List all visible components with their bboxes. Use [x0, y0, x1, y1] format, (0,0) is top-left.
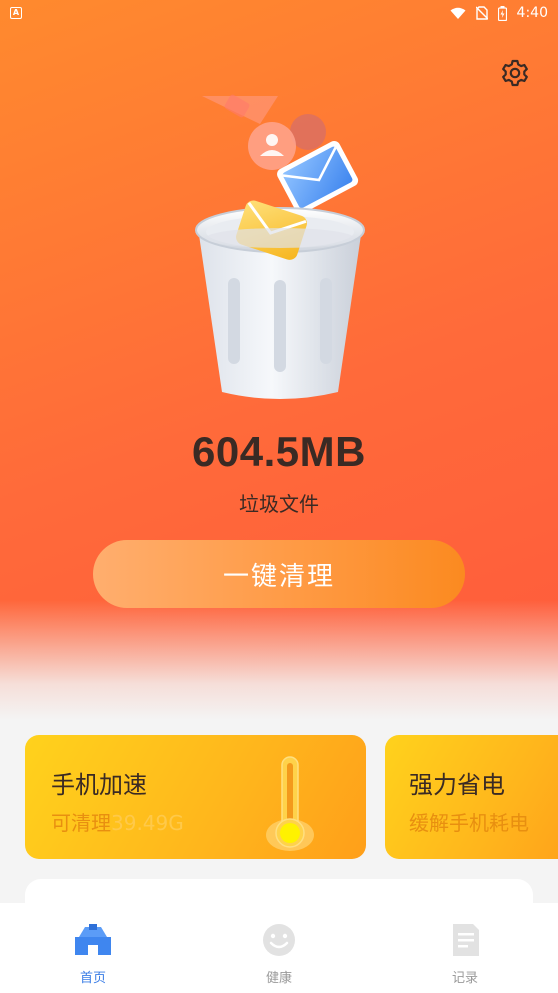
junk-size-label: 垃圾文件 — [239, 492, 319, 516]
one-tap-clean-button[interactable]: 一键清理 — [93, 540, 465, 608]
power-card-subtitle: 缓解手机耗电 — [409, 811, 529, 835]
settings-button[interactable] — [498, 58, 532, 92]
document-icon — [445, 923, 485, 961]
tab-health[interactable]: 健康 — [186, 903, 372, 993]
battery-icon — [497, 5, 507, 21]
status-time: 4:40 — [516, 5, 548, 21]
app-indicator-icon: A — [10, 7, 22, 19]
junk-size-value: 604.5MB — [192, 428, 366, 475]
power-saving-card[interactable]: 强力省电 缓解手机耗电 — [385, 735, 558, 859]
tab-records[interactable]: 记录 — [372, 903, 558, 993]
speedup-card-subtitle: 可清理39.49G — [51, 807, 184, 836]
speedup-card-title: 手机加速 — [51, 771, 147, 799]
gear-icon — [500, 58, 530, 92]
bottom-tab-bar: 首页 健康 记录 — [0, 903, 558, 993]
wifi-icon — [450, 7, 466, 20]
speedup-subtitle-prefix: 可清理 — [51, 811, 111, 835]
speedup-subtitle-value: 39.49G — [111, 811, 184, 835]
power-card-title: 强力省电 — [409, 771, 505, 799]
tab-home[interactable]: 首页 — [0, 903, 186, 993]
trash-can-illustration — [180, 88, 380, 408]
hero-fade — [0, 600, 558, 720]
no-sim-icon — [475, 6, 488, 20]
status-right: 4:40 — [450, 5, 548, 21]
status-bar: A 4:40 — [0, 0, 558, 26]
status-left: A — [10, 7, 22, 19]
home-icon — [73, 923, 113, 961]
smiley-icon — [259, 923, 299, 961]
phone-speedup-card[interactable]: 手机加速 可清理39.49G — [25, 735, 366, 859]
tab-health-label: 健康 — [265, 971, 292, 986]
tab-records-label: 记录 — [451, 971, 478, 986]
thermometer-icon — [265, 753, 315, 853]
tab-home-label: 首页 — [79, 971, 106, 986]
